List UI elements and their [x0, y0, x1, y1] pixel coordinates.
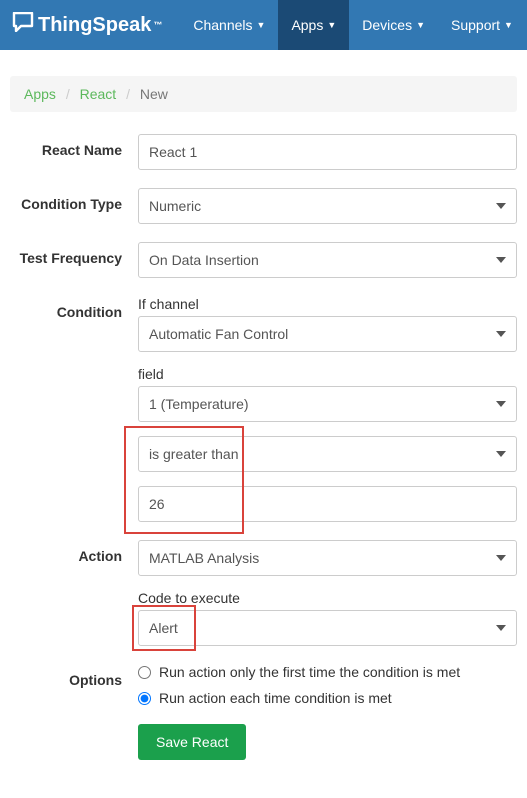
- condition-type-select[interactable]: Numeric: [138, 188, 517, 224]
- label-action: Action: [10, 540, 138, 646]
- trademark: ™: [153, 20, 162, 30]
- option-each-time-label: Run action each time condition is met: [159, 690, 392, 706]
- breadcrumb-current: New: [140, 86, 168, 102]
- nav-support-label: Support: [451, 17, 500, 33]
- nav-apps[interactable]: Apps ▼: [278, 0, 349, 50]
- chevron-down-icon: ▼: [257, 20, 266, 30]
- row-react-name: React Name: [10, 134, 517, 170]
- nav-channels[interactable]: Channels ▼: [180, 0, 278, 50]
- navbar: ThingSpeak ™ Channels ▼ Apps ▼ Devices ▼ Su…: [0, 0, 527, 50]
- channel-select[interactable]: Automatic Fan Control: [138, 316, 517, 352]
- label-test-frequency: Test Frequency: [10, 242, 138, 278]
- nav-channels-label: Channels: [193, 17, 252, 33]
- action-select[interactable]: MATLAB Analysis: [138, 540, 517, 576]
- option-each-time[interactable]: Run action each time condition is met: [138, 690, 517, 706]
- nav-support[interactable]: Support ▼: [438, 0, 526, 50]
- label-if-channel: If channel: [138, 296, 517, 312]
- logo[interactable]: ThingSpeak ™: [12, 12, 162, 38]
- label-field: field: [138, 366, 517, 382]
- row-test-frequency: Test Frequency On Data Insertion: [10, 242, 517, 278]
- breadcrumb: Apps / React / New: [10, 76, 517, 112]
- code-select[interactable]: Alert: [138, 610, 517, 646]
- row-condition: Condition If channel Automatic Fan Contr…: [10, 296, 517, 522]
- breadcrumb-separator: /: [66, 86, 70, 102]
- field-select[interactable]: 1 (Temperature): [138, 386, 517, 422]
- chevron-down-icon: ▼: [504, 20, 513, 30]
- nav-devices-label: Devices: [362, 17, 412, 33]
- label-react-name: React Name: [10, 134, 138, 170]
- radio-each-time[interactable]: [138, 692, 151, 705]
- breadcrumb-apps[interactable]: Apps: [24, 86, 56, 102]
- nav-devices[interactable]: Devices ▼: [349, 0, 438, 50]
- row-action: Action MATLAB Analysis Code to execute A…: [10, 540, 517, 646]
- row-options: Options Run action only the first time t…: [10, 664, 517, 760]
- label-options: Options: [10, 664, 138, 760]
- label-condition: Condition: [10, 296, 138, 522]
- nav-items: Channels ▼ Apps ▼ Devices ▼ Support ▼: [180, 0, 526, 50]
- brand-text: ThingSpeak: [38, 14, 151, 37]
- row-condition-type: Condition Type Numeric: [10, 188, 517, 224]
- label-code-to-execute: Code to execute: [138, 590, 517, 606]
- chevron-down-icon: ▼: [416, 20, 425, 30]
- test-frequency-select[interactable]: On Data Insertion: [138, 242, 517, 278]
- breadcrumb-separator: /: [126, 86, 130, 102]
- option-first-time[interactable]: Run action only the first time the condi…: [138, 664, 517, 680]
- save-button[interactable]: Save React: [138, 724, 246, 760]
- chevron-down-icon: ▼: [327, 20, 336, 30]
- option-first-time-label: Run action only the first time the condi…: [159, 664, 460, 680]
- breadcrumb-react[interactable]: React: [80, 86, 117, 102]
- radio-first-time[interactable]: [138, 666, 151, 679]
- comparison-select[interactable]: is greater than: [138, 436, 517, 472]
- label-condition-type: Condition Type: [10, 188, 138, 224]
- speech-bubble-icon: [12, 12, 34, 38]
- main-container: Apps / React / New React Name Condition …: [0, 50, 527, 798]
- nav-apps-label: Apps: [291, 17, 323, 33]
- react-name-input[interactable]: [138, 134, 517, 170]
- threshold-input[interactable]: [138, 486, 517, 522]
